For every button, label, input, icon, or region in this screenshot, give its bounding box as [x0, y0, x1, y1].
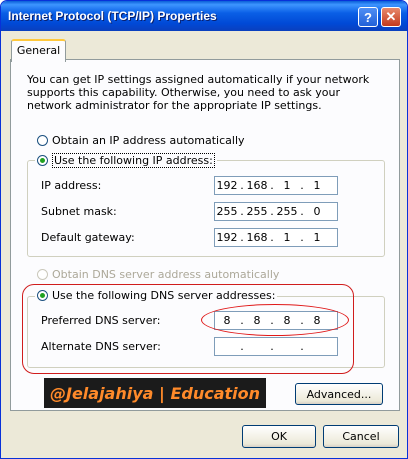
- subnet-mask-input[interactable]: 255. 255. 255. 0: [214, 202, 338, 221]
- octet: 8: [283, 314, 291, 327]
- radio-icon: [37, 269, 48, 280]
- obtain-dns-auto-label: Obtain DNS server address automatically: [52, 268, 280, 281]
- radio-icon: [37, 135, 48, 146]
- close-button[interactable]: ✕: [381, 7, 401, 27]
- dns-group-box: [27, 296, 385, 368]
- radio-checked-icon: [37, 290, 48, 301]
- octet: 255: [276, 205, 298, 218]
- alternate-dns-input[interactable]: . . .: [214, 337, 338, 356]
- title-bar[interactable]: Internet Protocol (TCP/IP) Properties ? …: [1, 1, 407, 31]
- use-following-ip-label: Use the following IP address:: [52, 153, 215, 168]
- obtain-ip-auto-radio[interactable]: Obtain an IP address automatically: [37, 134, 245, 147]
- octet: 1: [283, 231, 291, 244]
- help-button[interactable]: ?: [358, 7, 378, 27]
- window-title: Internet Protocol (TCP/IP) Properties: [8, 9, 217, 23]
- octet: 1: [313, 231, 321, 244]
- ip-address-input[interactable]: 192. 168. 1. 1: [214, 176, 338, 195]
- octet: 8: [253, 314, 261, 327]
- use-following-dns-radio[interactable]: Use the following DNS server addresses:: [35, 289, 278, 302]
- close-icon: ✕: [385, 9, 397, 24]
- tab-general[interactable]: General: [11, 39, 66, 62]
- octet: 192: [216, 231, 238, 244]
- octet: 8: [313, 314, 321, 327]
- watermark-banner: @Jelajahiya | Education: [44, 378, 266, 408]
- octet: 8: [223, 314, 231, 327]
- use-following-ip-radio[interactable]: Use the following IP address:: [35, 153, 217, 168]
- octet: 1: [283, 179, 291, 192]
- cancel-button[interactable]: Cancel: [323, 425, 399, 448]
- obtain-dns-auto-radio[interactable]: Obtain DNS server address automatically: [37, 268, 279, 281]
- octet: 168: [246, 179, 268, 192]
- octet: 255: [216, 205, 238, 218]
- ip-address-label: IP address:: [41, 179, 102, 192]
- use-following-dns-label: Use the following DNS server addresses:: [52, 289, 276, 302]
- default-gateway-label: Default gateway:: [41, 231, 135, 244]
- ok-button[interactable]: OK: [242, 425, 316, 448]
- octet: 192: [216, 179, 238, 192]
- description-text: You can get IP settings assigned automat…: [27, 73, 370, 112]
- octet: 255: [246, 205, 268, 218]
- subnet-mask-label: Subnet mask:: [41, 205, 117, 218]
- advanced-button[interactable]: Advanced...: [295, 383, 383, 405]
- preferred-dns-label: Preferred DNS server:: [41, 314, 161, 327]
- general-tab-panel: You can get IP settings assigned automat…: [10, 59, 400, 411]
- default-gateway-input[interactable]: 192. 168. 1. 1: [214, 228, 338, 247]
- obtain-ip-auto-label: Obtain an IP address automatically: [52, 134, 245, 147]
- alternate-dns-label: Alternate DNS server:: [41, 340, 161, 353]
- dialog-window: Internet Protocol (TCP/IP) Properties ? …: [0, 0, 408, 459]
- octet: 0: [313, 205, 321, 218]
- preferred-dns-input[interactable]: 8. 8. 8. 8: [214, 311, 338, 330]
- radio-checked-icon: [37, 155, 48, 166]
- octet: 1: [313, 179, 321, 192]
- octet: 168: [246, 231, 268, 244]
